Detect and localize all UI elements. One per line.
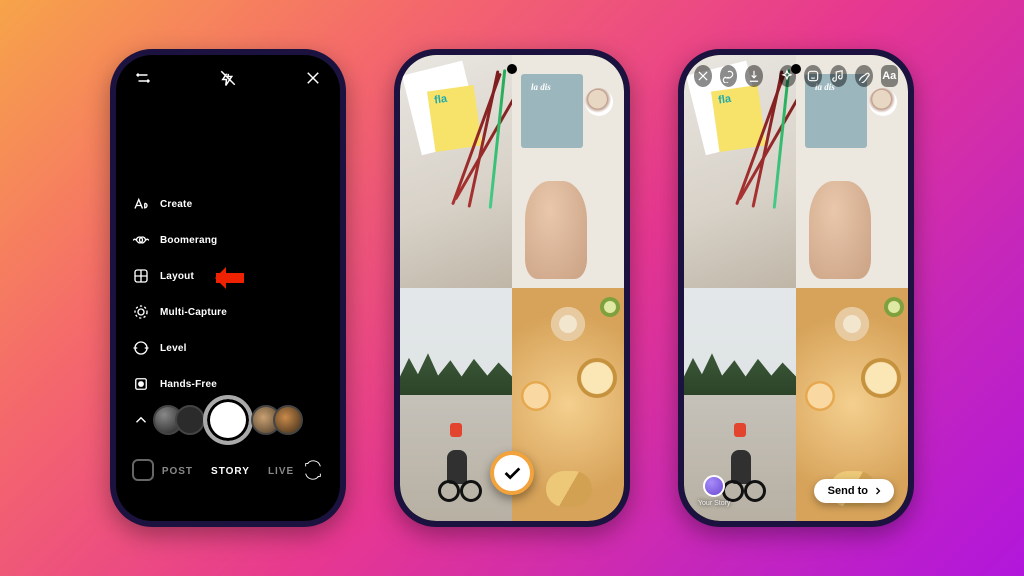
send-to-label: Send to	[828, 485, 868, 497]
collage-tile-1	[684, 55, 796, 288]
collage-tile-2	[796, 55, 908, 288]
mode-label: Layout	[160, 271, 194, 282]
close-icon[interactable]	[694, 65, 712, 87]
collage-tile-1[interactable]	[400, 55, 512, 288]
close-icon[interactable]	[304, 69, 322, 87]
send-to-button[interactable]: Send to	[814, 479, 894, 503]
chevron-right-icon	[872, 485, 884, 497]
layout-grid-icon	[132, 267, 150, 285]
tab-story[interactable]: STORY	[211, 466, 250, 477]
tutorial-stage: Create Boomerang Layout Multi-Capture Le…	[0, 0, 1024, 576]
confirm-layout-button[interactable]	[490, 451, 534, 495]
filter-carousel[interactable]	[116, 395, 340, 445]
text-aa-icon	[132, 195, 150, 213]
mode-label: Create	[160, 199, 192, 210]
collage-preview	[684, 55, 908, 521]
story-edit-screen: Aa Your Story Send to	[684, 55, 908, 521]
layout-collage-screen	[400, 55, 624, 521]
phone-step-3: Aa Your Story Send to	[678, 49, 914, 527]
mode-label: Hands-Free	[160, 379, 217, 390]
mode-create[interactable]: Create	[132, 195, 227, 213]
back-swap-icon[interactable]	[134, 69, 152, 87]
mode-label: Boomerang	[160, 235, 217, 246]
multi-capture-icon	[132, 303, 150, 321]
phone-step-2	[394, 49, 630, 527]
shutter-button[interactable]	[203, 395, 253, 445]
switch-camera-icon[interactable]	[302, 459, 324, 481]
download-icon[interactable]	[745, 65, 763, 87]
story-camera-screen: Create Boomerang Layout Multi-Capture Le…	[116, 55, 340, 521]
filter-thumb[interactable]	[175, 405, 205, 435]
record-icon	[132, 375, 150, 393]
capture-mode-list: Create Boomerang Layout Multi-Capture Le…	[132, 195, 227, 429]
your-story-label: Your Story	[698, 500, 730, 507]
gallery-picker[interactable]	[132, 459, 154, 481]
mode-boomerang[interactable]: Boomerang	[132, 231, 227, 249]
filter-thumb[interactable]	[273, 405, 303, 435]
camera-notch	[223, 64, 233, 74]
tab-post[interactable]: POST	[162, 466, 193, 477]
your-story-button[interactable]: Your Story	[698, 475, 730, 507]
camera-notch	[507, 64, 517, 74]
avatar	[703, 475, 725, 497]
draw-icon[interactable]	[855, 65, 873, 87]
link-icon[interactable]	[720, 65, 738, 87]
tab-live[interactable]: LIVE	[268, 466, 294, 477]
story-share-bar: Your Story Send to	[698, 475, 894, 507]
mode-label: Multi-Capture	[160, 307, 227, 318]
music-icon[interactable]	[830, 65, 848, 87]
mode-label: Level	[160, 343, 187, 354]
camera-notch	[791, 64, 801, 74]
highlight-arrow	[206, 269, 244, 287]
mode-level[interactable]: Level	[132, 339, 227, 357]
sticker-icon[interactable]	[804, 65, 822, 87]
phone-step-1: Create Boomerang Layout Multi-Capture Le…	[110, 49, 346, 527]
text-aa-icon[interactable]: Aa	[881, 65, 899, 87]
collage-tile-2[interactable]	[512, 55, 624, 288]
mode-hands-free[interactable]: Hands-Free	[132, 375, 227, 393]
mode-multi-capture[interactable]: Multi-Capture	[132, 303, 227, 321]
infinity-icon	[132, 231, 150, 249]
level-icon	[132, 339, 150, 357]
